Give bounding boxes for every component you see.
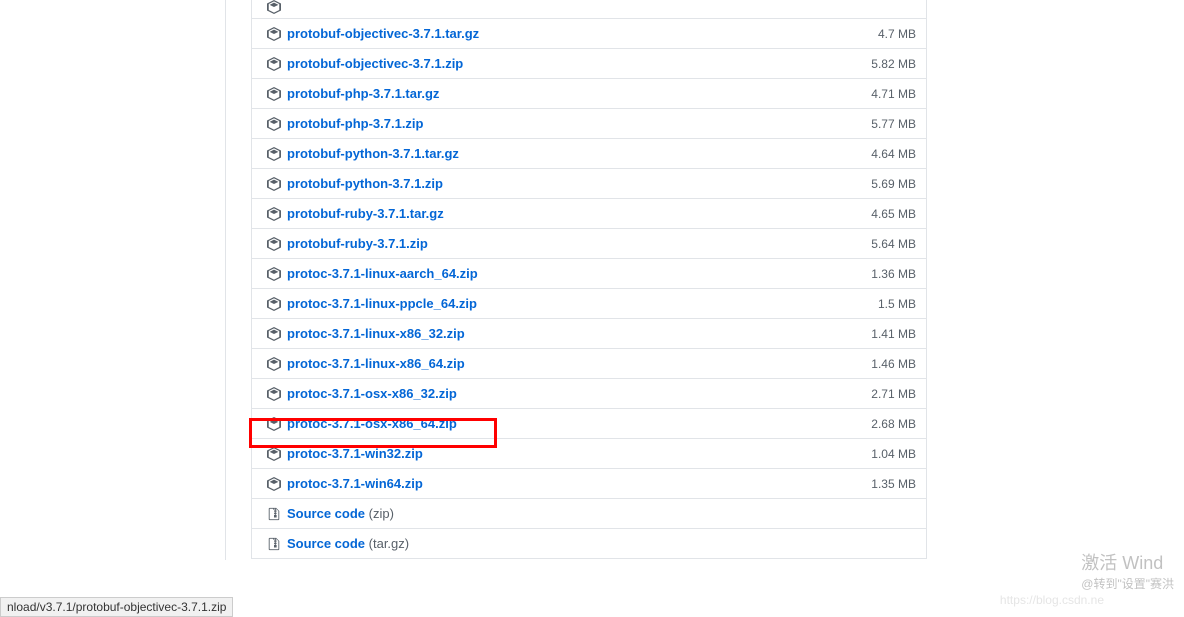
asset-link[interactable]: protoc-3.7.1-osx-x86_32.zip [287,386,457,401]
asset-size: 1.5 MB [878,297,916,311]
asset-left: Source code (zip) [267,506,394,521]
asset-size: 4.7 MB [878,27,916,41]
asset-row: protobuf-php-3.7.1.tar.gz 4.71 MB [252,78,926,108]
asset-link[interactable]: protobuf-python-3.7.1.tar.gz [287,146,459,161]
asset-ext: (tar.gz) [365,536,409,551]
package-icon [267,387,281,401]
asset-size: 5.64 MB [871,237,916,251]
asset-row: protoc-3.7.1-osx-x86_64.zip 2.68 MB [252,408,926,438]
package-icon [267,267,281,281]
asset-left: protoc-3.7.1-win32.zip [267,446,423,461]
asset-size: 1.46 MB [871,357,916,371]
asset-left: protobuf-python-3.7.1.tar.gz [267,146,459,161]
asset-row: protobuf-php-3.7.1.zip 5.77 MB [252,108,926,138]
package-icon [267,357,281,371]
asset-size: 4.64 MB [871,147,916,161]
package-icon [267,0,281,14]
asset-link[interactable]: protoc-3.7.1-linux-x86_32.zip [287,326,465,341]
asset-left: protobuf-ruby-3.7.1.zip [267,236,428,251]
asset-row: protobuf-python-3.7.1.tar.gz 4.64 MB [252,138,926,168]
package-icon [267,27,281,41]
asset-link[interactable]: protobuf-python-3.7.1.zip [287,176,443,191]
asset-link[interactable]: protobuf-objectivec-3.7.1.zip [287,56,463,71]
asset-left: protobuf-ruby-3.7.1.tar.gz [267,206,444,221]
package-icon [267,207,281,221]
asset-left: protoc-3.7.1-win64.zip [267,476,423,491]
asset-link[interactable]: protobuf-php-3.7.1.zip [287,116,423,131]
asset-link[interactable]: protoc-3.7.1-linux-aarch_64.zip [287,266,478,281]
asset-left: protoc-3.7.1-linux-x86_32.zip [267,326,465,341]
asset-size: 2.71 MB [871,387,916,401]
browser-status-bar: nload/v3.7.1/protobuf-objectivec-3.7.1.z… [0,597,233,617]
asset-left: protoc-3.7.1-linux-aarch_64.zip [267,266,478,281]
asset-row-partial [252,0,926,18]
asset-row: protoc-3.7.1-linux-x86_32.zip 1.41 MB [252,318,926,348]
assets-list: protobuf-objectivec-3.7.1.tar.gz4.7 MBpr… [251,0,927,559]
asset-row: protoc-3.7.1-win32.zip 1.04 MB [252,438,926,468]
asset-left: protoc-3.7.1-osx-x86_64.zip [267,416,457,431]
asset-link[interactable]: protoc-3.7.1-linux-ppcle_64.zip [287,296,477,311]
asset-row: protobuf-python-3.7.1.zip 5.69 MB [252,168,926,198]
asset-link[interactable]: protobuf-ruby-3.7.1.tar.gz [287,206,444,221]
asset-left: protoc-3.7.1-linux-x86_64.zip [267,356,465,371]
asset-left: protobuf-php-3.7.1.zip [267,116,423,131]
watermark-line1: 激活 Wind [1081,549,1174,575]
asset-size: 5.82 MB [871,57,916,71]
package-icon [267,177,281,191]
package-icon [267,327,281,341]
package-icon [267,147,281,161]
asset-link[interactable]: protobuf-php-3.7.1.tar.gz [287,86,439,101]
asset-row: protoc-3.7.1-osx-x86_32.zip 2.71 MB [252,378,926,408]
asset-left: protobuf-php-3.7.1.tar.gz [267,86,439,101]
package-icon [267,57,281,71]
asset-row: protobuf-ruby-3.7.1.tar.gz 4.65 MB [252,198,926,228]
asset-left: protobuf-objectivec-3.7.1.zip [267,56,463,71]
asset-link[interactable]: protoc-3.7.1-win32.zip [287,446,423,461]
package-icon [267,237,281,251]
asset-link[interactable]: protobuf-objectivec-3.7.1.tar.gz [287,26,479,41]
package-icon [267,417,281,431]
asset-row: Source code (tar.gz) [252,528,926,558]
package-icon [267,297,281,311]
asset-size: 1.41 MB [871,327,916,341]
asset-row: Source code (zip) [252,498,926,528]
watermark-line2: @转到"设置"赛洪 [1081,575,1174,592]
asset-left: Source code (tar.gz) [267,536,409,551]
asset-size: 5.69 MB [871,177,916,191]
left-divider [225,0,226,560]
asset-row: protoc-3.7.1-win64.zip 1.35 MB [252,468,926,498]
package-icon [267,117,281,131]
package-icon [267,477,281,491]
asset-row: protoc-3.7.1-linux-aarch_64.zip 1.36 MB [252,258,926,288]
package-icon [267,447,281,461]
file-zip-icon [267,507,281,521]
asset-row: protoc-3.7.1-linux-ppcle_64.zip 1.5 MB [252,288,926,318]
asset-size: 1.35 MB [871,477,916,491]
asset-link[interactable]: protoc-3.7.1-osx-x86_64.zip [287,416,457,431]
asset-size: 5.77 MB [871,117,916,131]
asset-ext: (zip) [365,506,394,521]
asset-size: 4.65 MB [871,207,916,221]
asset-size: 4.71 MB [871,87,916,101]
package-icon [267,87,281,101]
asset-size: 2.68 MB [871,417,916,431]
csdn-watermark: https://blog.csdn.ne [1000,593,1104,607]
asset-link[interactable]: Source code (tar.gz) [287,536,409,551]
asset-left: protobuf-python-3.7.1.zip [267,176,443,191]
asset-row: protobuf-ruby-3.7.1.zip 5.64 MB [252,228,926,258]
windows-activation-watermark: 激活 Wind @转到"设置"赛洪 [1081,549,1174,592]
asset-link[interactable]: protobuf-ruby-3.7.1.zip [287,236,428,251]
asset-left: protoc-3.7.1-linux-ppcle_64.zip [267,296,477,311]
file-zip-icon [267,537,281,551]
asset-link[interactable]: protoc-3.7.1-win64.zip [287,476,423,491]
asset-link[interactable]: protoc-3.7.1-linux-x86_64.zip [287,356,465,371]
asset-row: protobuf-objectivec-3.7.1.zip 5.82 MB [252,48,926,78]
asset-row: protoc-3.7.1-linux-x86_64.zip 1.46 MB [252,348,926,378]
asset-left: protobuf-objectivec-3.7.1.tar.gz [267,26,479,41]
asset-size: 1.36 MB [871,267,916,281]
asset-row: protobuf-objectivec-3.7.1.tar.gz 4.7 MB [252,18,926,48]
asset-size: 1.04 MB [871,447,916,461]
asset-left: protoc-3.7.1-osx-x86_32.zip [267,386,457,401]
asset-link[interactable]: Source code (zip) [287,506,394,521]
